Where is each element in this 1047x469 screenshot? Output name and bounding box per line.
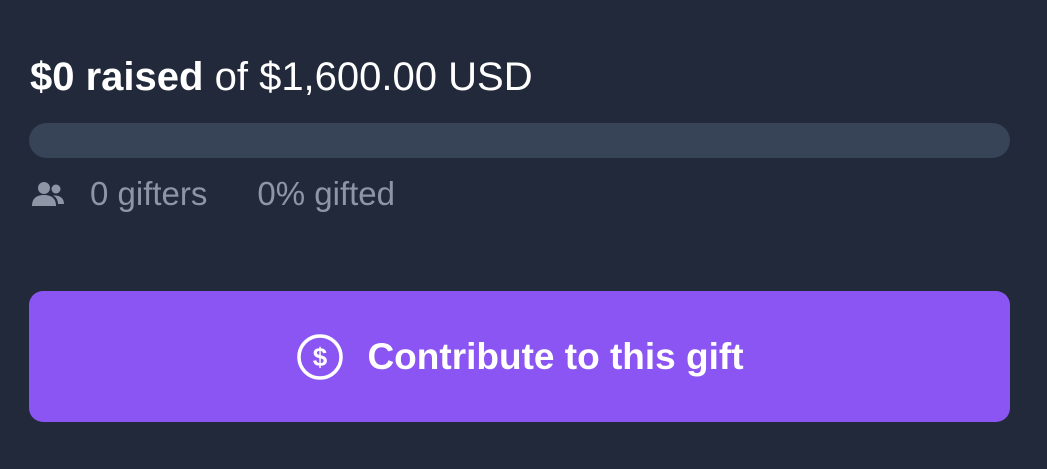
progress-bar [29,123,1010,158]
svg-text:$: $ [313,342,328,372]
gifted-percent: 0% gifted [257,175,395,212]
dollar-circle-icon: $ [295,332,345,382]
goal-amount: of $1,600.00 USD [214,55,533,99]
contribute-button-label: Contribute to this gift [367,335,744,377]
funding-stats: 0 gifters 0% gifted [30,172,395,216]
gifters-count: 0 gifters [90,175,208,212]
gift-funding-card: $0 raised of $1,600.00 USD 0 gifters 0% … [0,0,1047,469]
contribute-button[interactable]: $ Contribute to this gift [29,291,1010,422]
users-icon [30,179,66,209]
raised-amount: $0 raised [30,55,204,99]
raised-summary: $0 raised of $1,600.00 USD [30,50,533,104]
